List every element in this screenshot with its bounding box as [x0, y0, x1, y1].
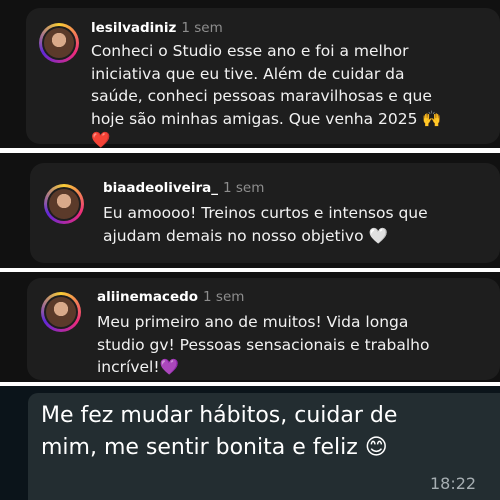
comment-text: Meu primeiro ano de muitos! Vida longa s… — [97, 311, 429, 379]
comment-header: biaadeoliveira_ 1 sem — [103, 180, 264, 196]
comment-line: Conheci o Studio esse ano e foi a melhor — [91, 42, 409, 60]
comment-time: 1 sem — [222, 180, 265, 196]
chat-line: Me fez mudar hábitos, cuidar de — [41, 403, 398, 428]
comment-line: Meu primeiro ano de muitos! Vida longa — [97, 313, 409, 331]
comment-panel-2: biaadeoliveira_ 1 sem Eu amoooo! Treinos … — [0, 153, 500, 268]
comment-header: lesilvadiniz 1 sem — [91, 20, 223, 36]
comment-panel-1: lesilvadiniz 1 sem Conheci o Studio esse … — [0, 0, 500, 148]
avatar[interactable] — [41, 292, 81, 332]
comment-line: incrível!💜 — [97, 358, 179, 376]
comment-header: aliinemacedo 1 sem — [97, 289, 244, 305]
chat-line: mim, me sentir bonita e feliz 😊 — [41, 435, 388, 460]
comment-line: iniciativa que eu tive. Além de cuidar d… — [91, 64, 405, 83]
comment-line: hoje são minhas amigas. Que venha 2025 🙌 — [91, 109, 442, 128]
comment-line: saúde, conheci pessoas maravilhosas e qu… — [91, 87, 432, 105]
chat-timestamp: 18:22 — [430, 474, 477, 493]
username[interactable]: biaadeoliveira_ — [103, 180, 218, 196]
comment-line: Eu amoooo! Treinos curtos e intensos que — [103, 204, 428, 222]
avatar[interactable] — [44, 184, 84, 224]
comment-line: ❤️ — [91, 131, 111, 148]
username[interactable]: lesilvadiniz — [91, 20, 176, 36]
comment-line: studio gv! Pessoas sensacionais e trabal… — [97, 335, 430, 354]
avatar[interactable] — [39, 23, 79, 63]
comment-panel-3: aliinemacedo 1 sem Meu primeiro ano de mu… — [0, 272, 500, 382]
chat-message: Me fez mudar hábitos, cuidar de mim, me … — [41, 400, 461, 464]
comment-text: Conheci o Studio esse ano e foi a melhor… — [91, 40, 442, 148]
comment-text: Eu amoooo! Treinos curtos e intensos que… — [103, 202, 428, 247]
comment-line: ajudam demais no nosso objetivo 🤍 — [103, 226, 388, 245]
comment-time: 1 sem — [203, 289, 245, 305]
comment-time: 1 sem — [181, 20, 223, 36]
username[interactable]: aliinemacedo — [97, 289, 198, 305]
